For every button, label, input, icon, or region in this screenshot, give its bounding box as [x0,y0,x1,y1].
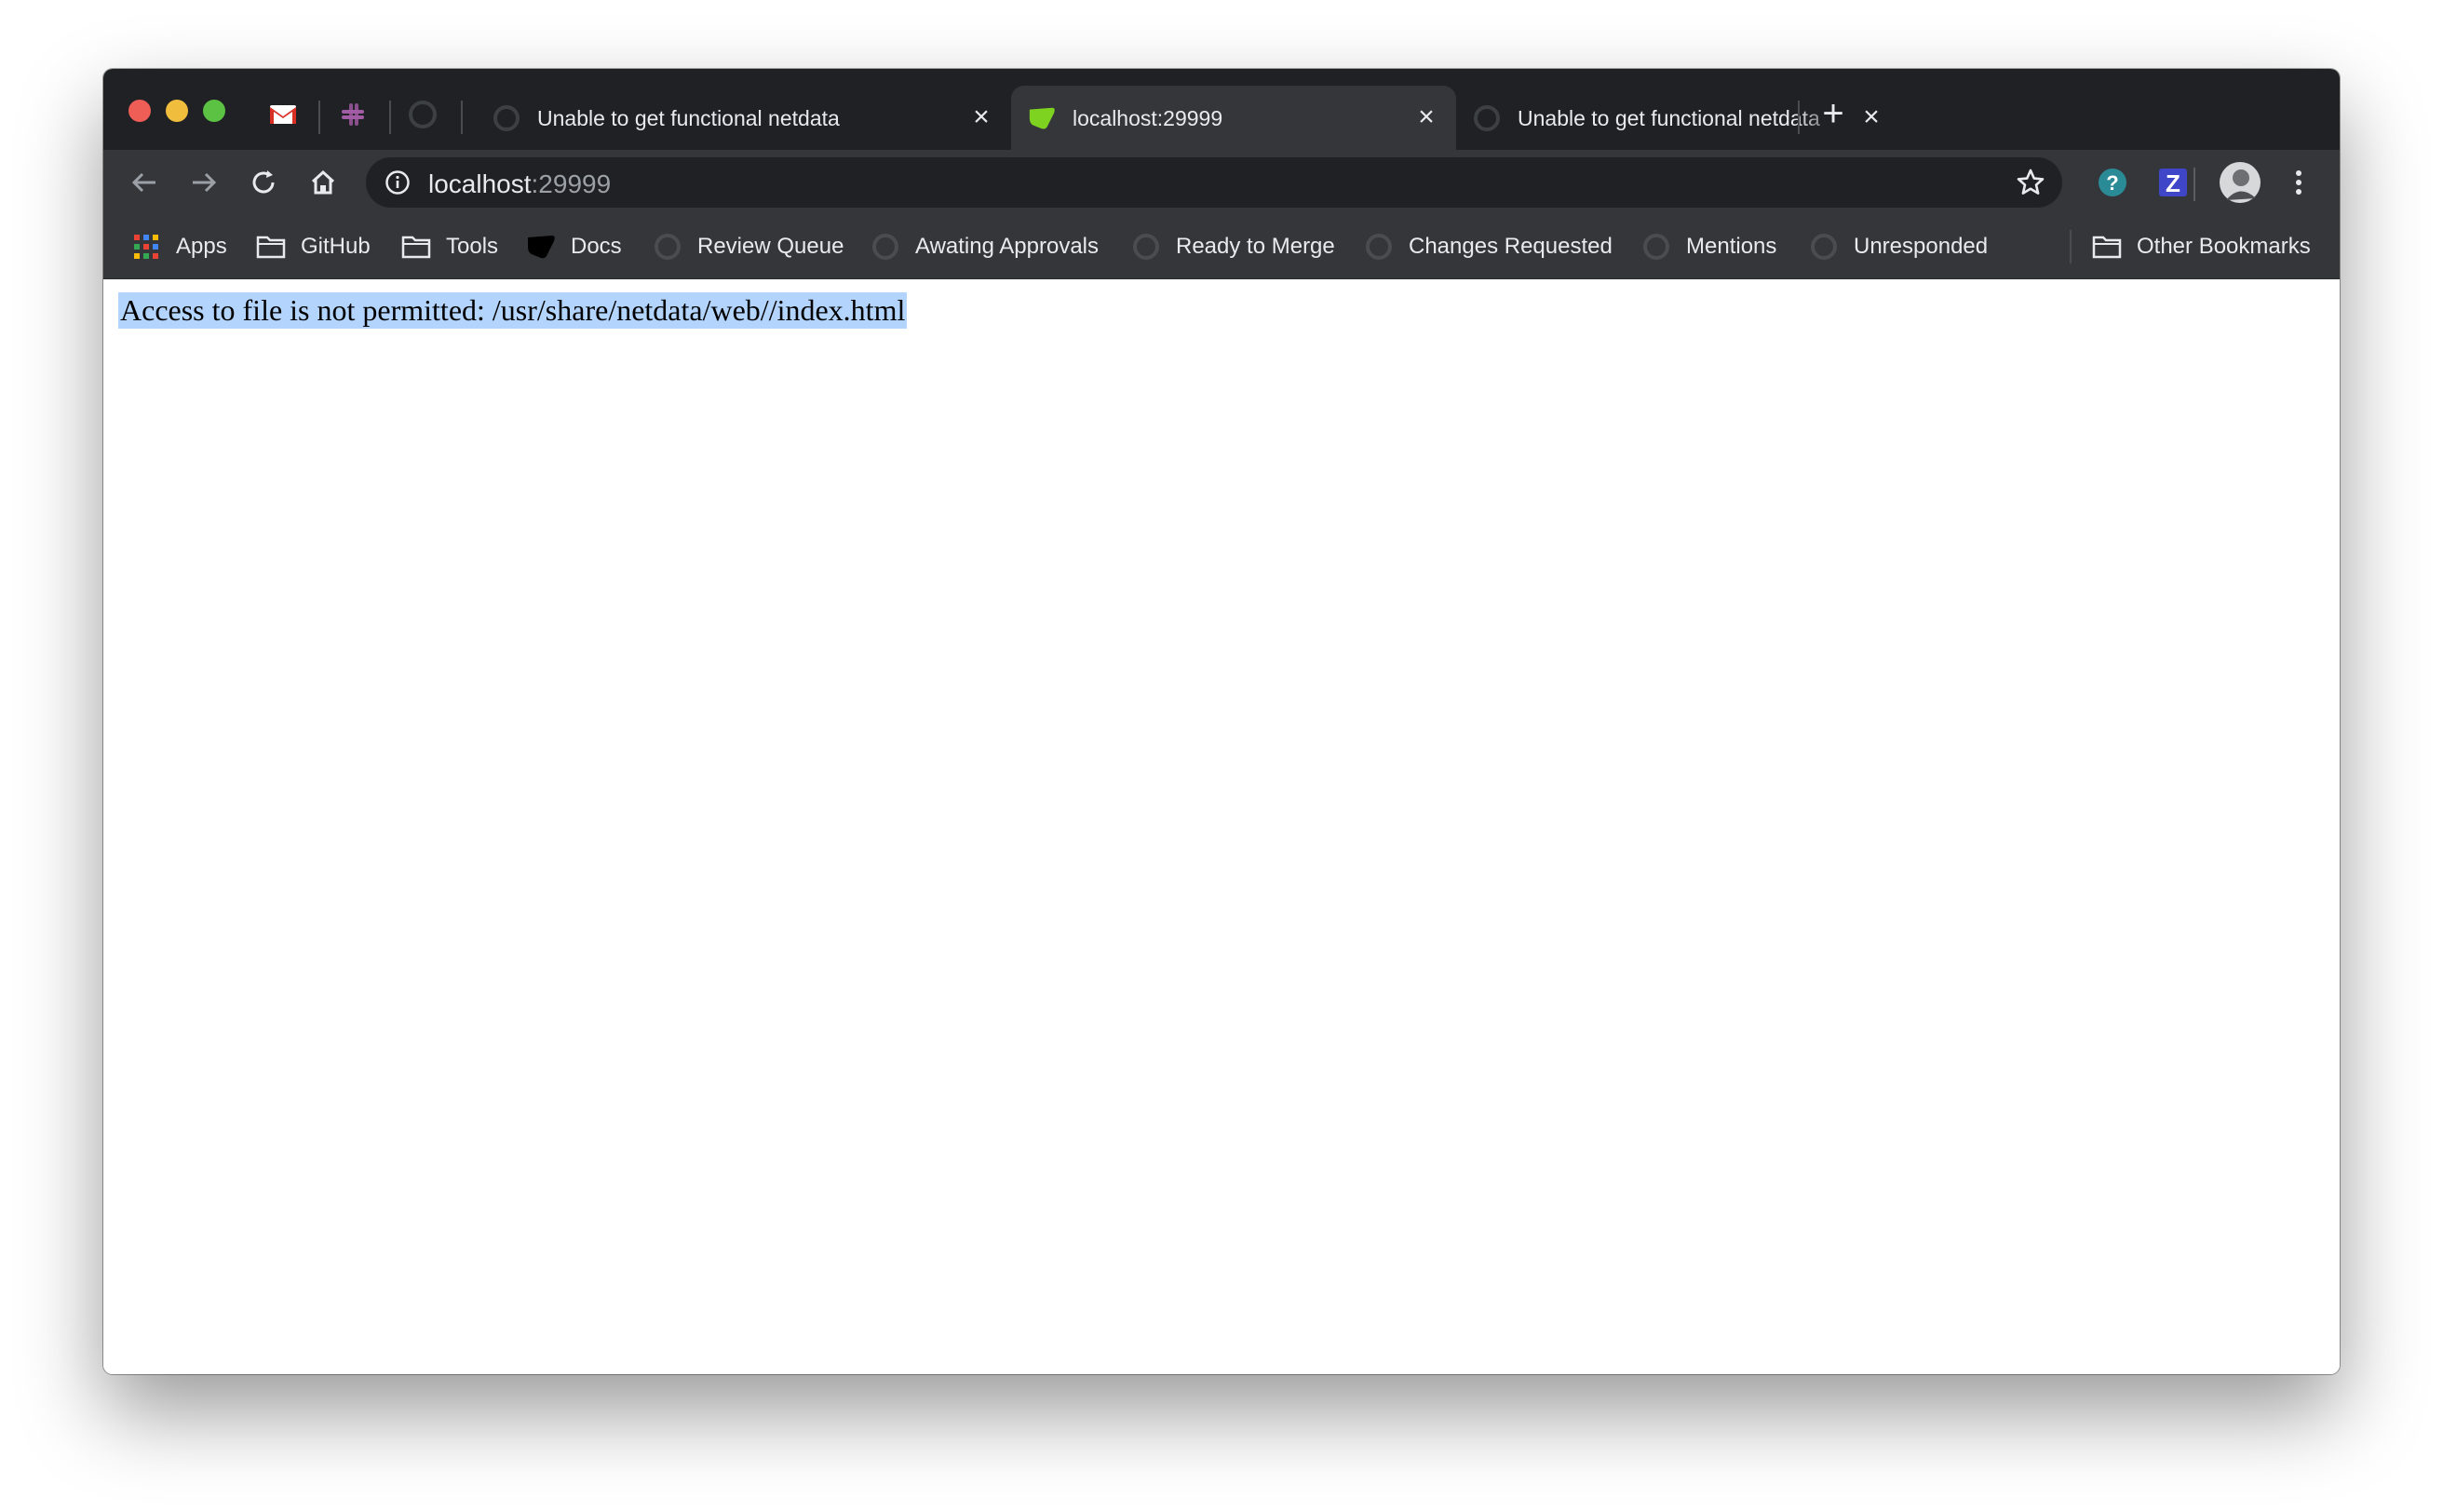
bookmark-github[interactable]: GitHub [256,232,371,262]
kebab-menu-icon [2296,170,2301,195]
github-icon [1641,232,1671,262]
avatar-icon [2220,162,2261,203]
folder-icon [2092,232,2122,262]
bookmark-mentions[interactable]: Mentions [1641,232,1776,262]
browser-window: Unable to get functional netdata × local… [103,69,2340,1374]
bookmark-label: Awating Approvals [915,234,1100,259]
bookmark-ready-to-merge[interactable]: Ready to Merge [1131,232,1335,262]
github-icon [1809,232,1839,262]
github-icon [1131,232,1161,262]
tab-title: Unable to get functional netdata [537,106,840,130]
window-close-button[interactable] [128,100,151,122]
tab-github-issue-1[interactable]: Unable to get functional netdata × [476,86,1011,150]
bookmark-docs[interactable]: Docs [526,232,622,262]
bookmark-other-bookmarks[interactable]: Other Bookmarks [2092,232,2311,262]
reload-icon [252,170,275,194]
bookmark-label: Apps [176,234,227,259]
url-host: localhost [428,169,532,198]
pinned-tab-slack[interactable] [337,101,369,128]
url-port: :29999 [531,169,612,198]
error-message: Access to file is not permitted: /usr/sh… [118,292,908,329]
new-tab-button[interactable]: + [1815,95,1852,132]
bookmark-changes-requested[interactable]: Changes Requested [1364,232,1613,262]
github-icon [1364,232,1394,262]
close-tab-icon[interactable]: × [968,103,994,131]
toolbar: localhost:29999 ? Z [103,150,2340,215]
profile-button[interactable] [2219,161,2261,204]
bookmark-label: Review Queue [697,234,844,259]
bookmark-apps[interactable]: Apps [131,232,227,262]
tab-title: Unable to get functional netdata [1518,106,1820,130]
tab-title: localhost:29999 [1073,106,1223,130]
netdata-icon [1028,104,1056,132]
bookmark-label: Changes Requested [1409,234,1613,259]
home-button[interactable] [304,164,342,201]
pinned-tab-gmail[interactable] [267,101,299,128]
gmail-icon [270,105,296,124]
home-icon [311,169,335,195]
bookmark-label: Unresponded [1854,234,1989,259]
arrow-right-icon [193,172,217,193]
forward-button[interactable] [185,164,223,201]
tab-separator [389,101,391,134]
z-extension-icon: Z [2159,169,2187,197]
bookmark-tools[interactable]: Tools [401,232,498,262]
bookmark-separator [2070,230,2072,263]
arrow-left-icon [131,172,155,193]
bookmark-awaiting-approvals[interactable]: Awating Approvals [871,232,1099,262]
bookmark-unresponded[interactable]: Unresponded [1809,232,1988,262]
tab-separator [461,101,463,134]
help-extension-button[interactable]: ? [2094,164,2131,201]
tab-strip: Unable to get functional netdata × local… [103,69,2340,150]
bookmark-label: Ready to Merge [1176,234,1335,259]
menu-button[interactable] [2280,164,2317,201]
folder-icon [256,232,286,262]
close-tab-icon[interactable]: × [1413,103,1439,131]
page-content: Access to file is not permitted: /usr/sh… [103,279,2340,1374]
toolbar-separator [2193,168,2195,201]
bookmark-label: Tools [446,234,499,259]
address-bar[interactable]: localhost:29999 [366,157,2062,208]
bookmark-label: Docs [571,234,622,259]
close-tab-icon[interactable]: × [1858,103,1884,131]
github-icon [493,104,520,132]
help-extension-icon: ? [2099,169,2126,196]
tab-separator [318,101,320,134]
github-icon [653,232,682,262]
tab-separator [1798,101,1800,134]
reload-button[interactable] [245,164,282,201]
window-minimize-button[interactable] [166,100,188,122]
netdata-icon [526,232,556,262]
window-maximize-button[interactable] [203,100,225,122]
github-icon [409,101,437,128]
github-icon [871,232,900,262]
apps-grid-icon [131,232,161,262]
bookmark-label: GitHub [301,234,371,259]
tab-localhost[interactable]: localhost:29999 × [1011,86,1456,150]
address-url[interactable]: localhost:29999 [428,169,611,199]
github-icon [1473,104,1501,132]
bookmark-review-queue[interactable]: Review Queue [653,232,844,262]
pinned-tab-github[interactable] [407,101,439,128]
back-button[interactable] [126,164,163,201]
bookmark-label: Mentions [1686,234,1777,259]
svg-text:Z: Z [2166,169,2180,197]
slack-icon [342,103,364,126]
z-extension-button[interactable]: Z [2154,164,2192,201]
star-icon[interactable] [2016,168,2045,197]
bookmark-label: Other Bookmarks [2137,234,2311,259]
bookmarks-bar: Apps GitHub Tools Docs Review Queue Awat… [103,215,2340,279]
svg-text:?: ? [2106,171,2118,195]
folder-icon [401,232,431,262]
info-icon[interactable] [385,169,411,196]
